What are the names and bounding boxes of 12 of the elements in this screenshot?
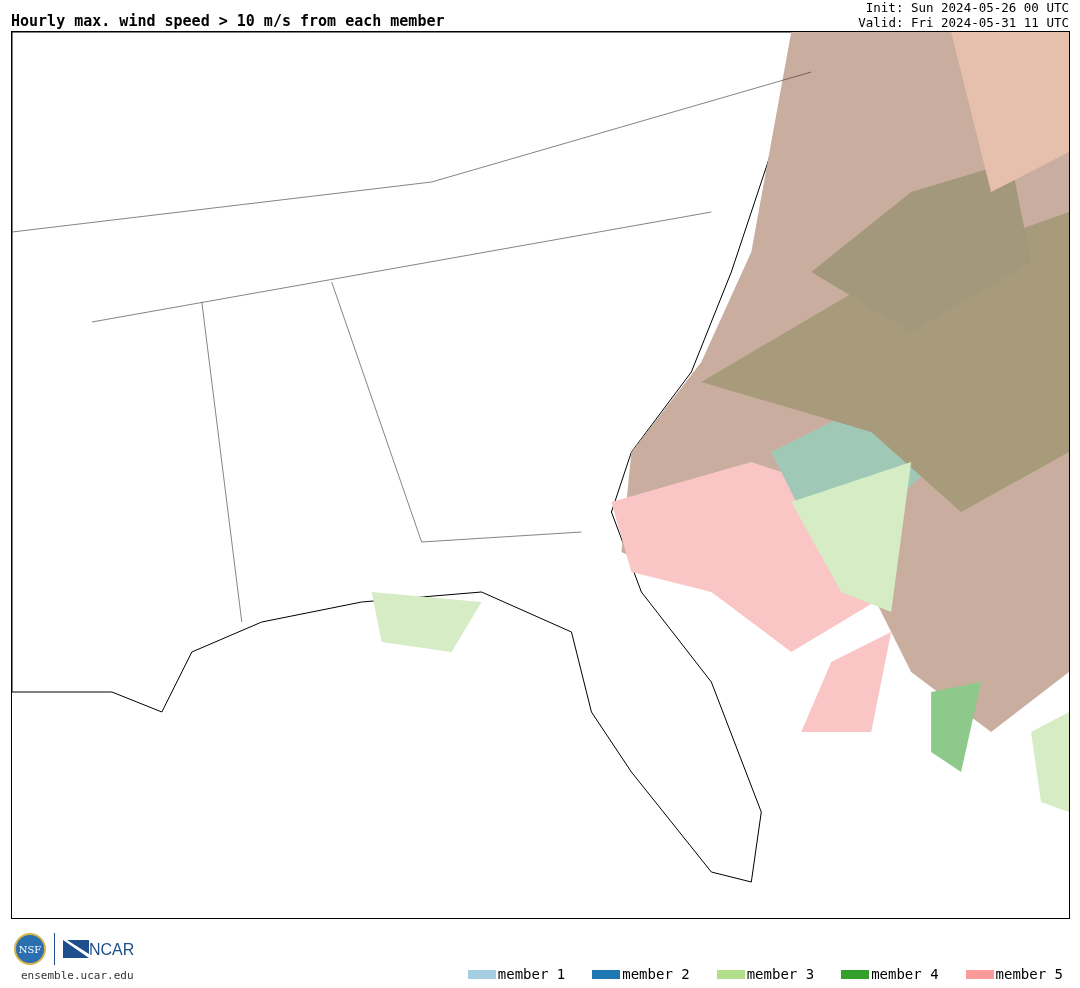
chart-title: Hourly max. wind speed > 10 m/s from each member [11,12,445,30]
init-time: Init: Sun 2024-05-26 00 UTC [865,0,1069,15]
legend-label: member 2 [622,966,690,982]
legend-label: member 5 [995,966,1063,982]
ncar-logo-icon [63,940,89,958]
site-url: ensemble.ucar.edu [20,969,135,982]
valid-time: Valid: Fri 2024-05-31 11 UTC [858,15,1069,30]
legend-label: member 3 [746,966,815,982]
legend-label: member 4 [871,966,939,982]
nsf-logo: NSF [14,933,46,965]
legend-label: member 1 [497,966,566,982]
ncar-logo: NCAR [89,942,135,958]
